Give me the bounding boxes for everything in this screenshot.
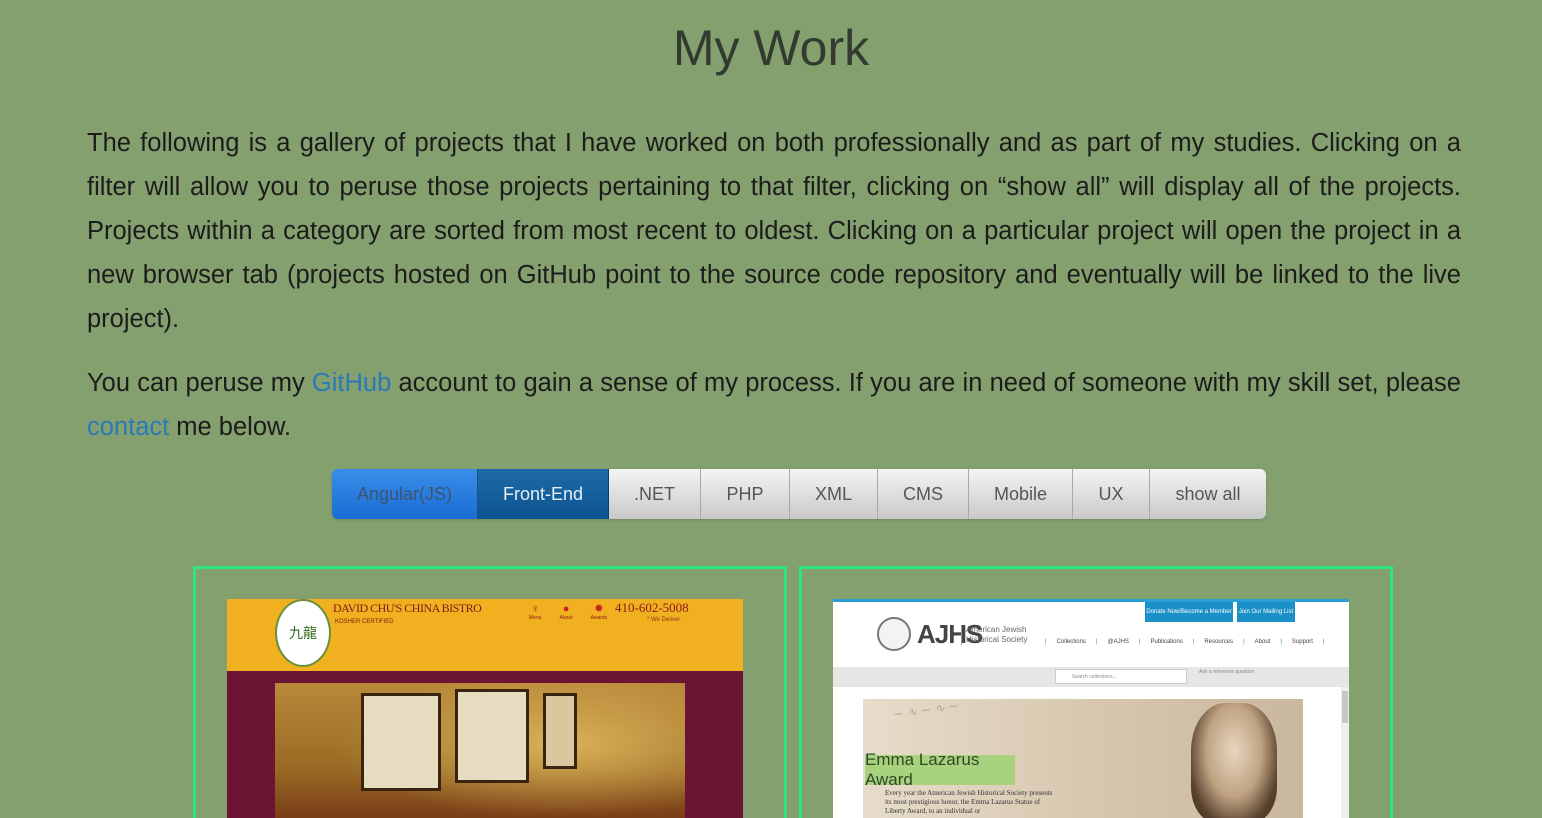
filter-cms-button[interactable]: CMS <box>878 469 969 519</box>
bistro-nav-icons: ♆ Menu ● About ✹ Awards <box>529 603 607 621</box>
intro-paragraph: The following is a gallery of projects t… <box>87 129 1461 333</box>
project-thumbnail-china-bistro: 九龍 DAVID CHU'S CHINA BISTRO KOSHER CERTI… <box>227 599 743 818</box>
github-link[interactable]: GitHub <box>312 369 391 397</box>
bistro-kosher-label: KOSHER CERTIFIED <box>335 619 394 625</box>
bistro-delivery-note: * We Deliver <box>647 617 681 623</box>
ajhs-scrollbar <box>1341 687 1349 818</box>
ajhs-award-text: Every year the American Jewish Historica… <box>885 789 1053 815</box>
ajhs-nav-item: Resources <box>1204 639 1234 645</box>
ajhs-join-button: Join Our Mailing List <box>1237 602 1295 622</box>
project-card-china-bistro[interactable]: 九龍 DAVID CHU'S CHINA BISTRO KOSHER CERTI… <box>193 566 787 818</box>
page-title: My Work <box>672 20 870 76</box>
wall-art <box>543 693 577 769</box>
para2-text-after: me below. <box>169 413 292 441</box>
filter-dotnet-button[interactable]: .NET <box>609 469 701 519</box>
bistro-logo: 九龍 <box>275 599 331 667</box>
ajhs-nav: | Collections | @AJHS | Publications | Resou… <box>1045 639 1325 645</box>
ajhs-nav-item: Collections <box>1056 639 1086 645</box>
filter-xml-button[interactable]: XML <box>790 469 878 519</box>
ajhs-portrait <box>1191 703 1277 818</box>
filter-show-all-button[interactable]: show all <box>1150 469 1266 519</box>
contact-link[interactable]: contact <box>87 413 169 441</box>
ajhs-reference-link: Ask a reference question <box>1199 669 1255 675</box>
ajhs-nav-item: @AJHS <box>1107 639 1129 645</box>
filter-ux-button[interactable]: UX <box>1073 469 1150 519</box>
ajhs-nav-item: Publications <box>1150 639 1183 645</box>
filter-php-button[interactable]: PHP <box>701 469 790 519</box>
ajhs-nav-item: Support <box>1291 639 1313 645</box>
project-card-ajhs[interactable]: Donate Now/Become a Member Join Our Mail… <box>799 566 1393 818</box>
page: My Work The following is a gallery of pr… <box>0 0 1542 818</box>
bistro-interior-photo <box>275 683 685 818</box>
ajhs-page: Donate Now/Become a Member Join Our Mail… <box>833 599 1349 818</box>
bistro-name: DAVID CHU'S CHINA BISTRO <box>333 601 482 615</box>
ajhs-search-input: Search collections... <box>1055 669 1187 684</box>
wall-art <box>455 689 529 783</box>
filter-mobile-button[interactable]: Mobile <box>969 469 1073 519</box>
para2-text-before: You can peruse my <box>87 369 312 397</box>
about-icon: ● About <box>559 603 573 621</box>
ajhs-award-title: Emma Lazarus Award <box>865 750 1015 789</box>
para2-text-middle: account to gain a sense of my process. I… <box>391 369 1461 397</box>
ajhs-nav-item: About <box>1254 639 1271 645</box>
awards-icon-label: Awards <box>590 615 608 621</box>
ajhs-brand-sub-1: American Jewish <box>966 625 1027 634</box>
ajhs-brand-sub-2: Historical Society <box>966 635 1028 644</box>
filter-angular-button[interactable]: Angular(JS) <box>332 469 478 519</box>
about-icon-label: About <box>559 615 573 621</box>
filter-front-end-button[interactable]: Front-End <box>478 469 609 519</box>
filter-button-group: Angular(JS) Front-End .NET PHP XML CMS M… <box>332 469 1266 519</box>
ajhs-seal-logo <box>877 617 911 651</box>
wall-art <box>361 693 441 791</box>
project-thumbnail-ajhs: Donate Now/Become a Member Join Our Mail… <box>833 599 1349 818</box>
awards-icon: ✹ Awards <box>590 603 608 621</box>
ajhs-brand-subtitle: American Jewish Historical Society <box>961 625 1027 645</box>
menu-icon: ♆ Menu <box>529 603 542 621</box>
menu-icon-label: Menu <box>529 615 542 621</box>
github-contact-paragraph: You can peruse my GitHub account to gain… <box>87 361 1461 449</box>
ajhs-donate-button: Donate Now/Become a Member <box>1145 602 1233 622</box>
bistro-phone: 410-602-5008 <box>615 600 689 615</box>
